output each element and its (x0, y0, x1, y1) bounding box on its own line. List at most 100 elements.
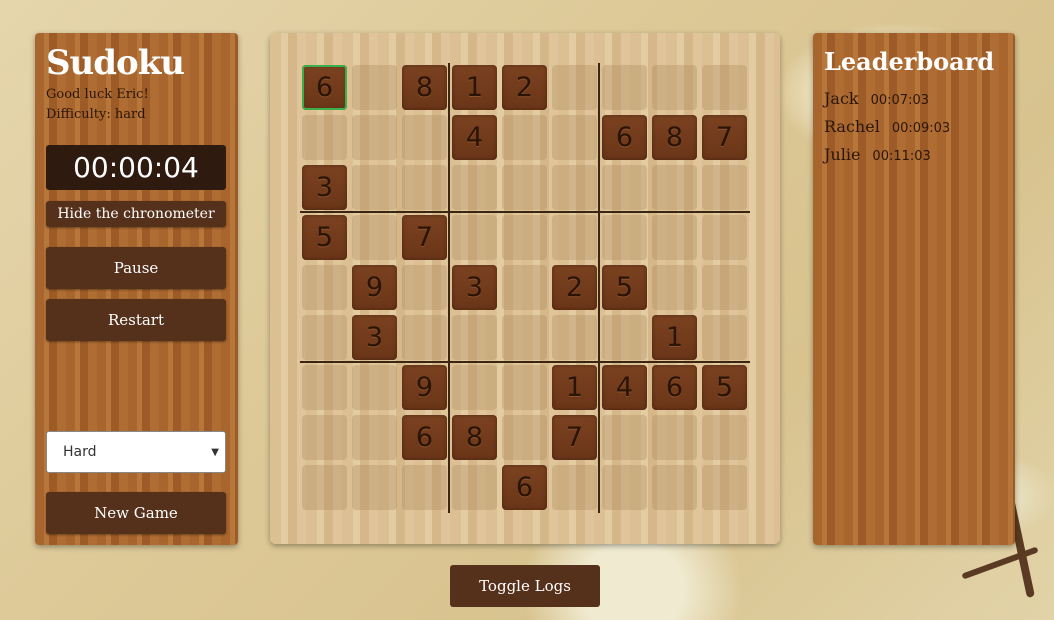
chronometer-display: 00:00:04 (46, 145, 226, 190)
sudoku-cell[interactable] (652, 215, 697, 260)
sudoku-cell[interactable]: 6 (402, 415, 447, 460)
sudoku-cell[interactable]: 9 (402, 365, 447, 410)
sudoku-cell[interactable]: 5 (702, 365, 747, 410)
sudoku-cell[interactable] (652, 165, 697, 210)
sudoku-cell[interactable] (502, 415, 547, 460)
sudoku-cell[interactable]: 6 (302, 65, 347, 110)
hide-chronometer-button[interactable]: Hide the chronometer (46, 201, 226, 227)
sudoku-cell[interactable] (502, 265, 547, 310)
difficulty-select[interactable]: Hard ▼ (46, 431, 226, 473)
difficulty-select-value: Hard (63, 444, 97, 460)
sudoku-cell[interactable] (352, 365, 397, 410)
block-divider-horizontal (300, 361, 750, 363)
sudoku-cell[interactable] (302, 115, 347, 160)
sudoku-cell[interactable] (702, 465, 747, 510)
sudoku-cell[interactable]: 1 (652, 315, 697, 360)
sudoku-cell[interactable] (352, 465, 397, 510)
sudoku-cell[interactable] (602, 65, 647, 110)
sudoku-cell[interactable] (652, 415, 697, 460)
sudoku-cell[interactable] (702, 315, 747, 360)
sudoku-cell[interactable]: 4 (602, 365, 647, 410)
sudoku-cell[interactable] (302, 415, 347, 460)
sudoku-cell[interactable]: 6 (502, 465, 547, 510)
difficulty-text: Difficulty: hard (46, 107, 146, 122)
sudoku-cell[interactable]: 5 (302, 215, 347, 260)
sudoku-cell[interactable]: 4 (452, 115, 497, 160)
sudoku-cell[interactable] (602, 465, 647, 510)
sudoku-cell[interactable] (452, 215, 497, 260)
sudoku-cell[interactable] (502, 165, 547, 210)
player-time: 00:09:03 (891, 121, 951, 136)
sudoku-cell[interactable]: 9 (352, 265, 397, 310)
restart-button[interactable]: Restart (46, 299, 226, 341)
sudoku-cell[interactable] (402, 115, 447, 160)
block-divider-vertical (448, 63, 450, 513)
sudoku-cell[interactable]: 6 (602, 115, 647, 160)
sudoku-cell[interactable]: 1 (452, 65, 497, 110)
sudoku-cell[interactable]: 5 (602, 265, 647, 310)
sudoku-cell[interactable] (352, 115, 397, 160)
sudoku-cell[interactable] (552, 315, 597, 360)
sudoku-cell[interactable] (652, 465, 697, 510)
sudoku-cell[interactable]: 3 (302, 165, 347, 210)
sudoku-cell[interactable] (302, 315, 347, 360)
sudoku-cell[interactable] (502, 365, 547, 410)
player-name: Julie (824, 145, 861, 164)
sudoku-cell[interactable] (602, 215, 647, 260)
player-time: 00:11:03 (872, 149, 931, 164)
sudoku-cell[interactable]: 7 (702, 115, 747, 160)
sudoku-cell[interactable] (352, 165, 397, 210)
sudoku-cell[interactable]: 1 (552, 365, 597, 410)
sudoku-cell[interactable] (352, 215, 397, 260)
sudoku-cell[interactable] (702, 415, 747, 460)
sudoku-cell[interactable]: 2 (552, 265, 597, 310)
block-divider-vertical (598, 63, 600, 513)
pause-button[interactable]: Pause (46, 247, 226, 289)
sudoku-cell[interactable] (402, 165, 447, 210)
toggle-logs-button[interactable]: Toggle Logs (450, 565, 600, 607)
sudoku-cell[interactable] (502, 315, 547, 360)
sudoku-cell[interactable] (402, 465, 447, 510)
sudoku-cell[interactable] (402, 265, 447, 310)
sudoku-cell[interactable]: 7 (552, 415, 597, 460)
sudoku-cell[interactable] (452, 465, 497, 510)
sudoku-cell[interactable] (402, 315, 447, 360)
sudoku-cell[interactable] (602, 415, 647, 460)
sudoku-cell[interactable]: 8 (402, 65, 447, 110)
sudoku-cell[interactable] (552, 465, 597, 510)
sudoku-cell[interactable] (452, 165, 497, 210)
sudoku-cell[interactable] (502, 215, 547, 260)
sudoku-board: 68124687357932531914656876 (270, 33, 780, 544)
sudoku-cell[interactable]: 8 (652, 115, 697, 160)
sudoku-cell[interactable] (552, 165, 597, 210)
sudoku-cell[interactable] (552, 215, 597, 260)
sudoku-cell[interactable]: 3 (352, 315, 397, 360)
leaderboard-title: Leaderboard (824, 47, 995, 76)
sudoku-cell[interactable]: 8 (452, 415, 497, 460)
chevron-down-icon: ▼ (211, 446, 219, 458)
sudoku-cell[interactable] (302, 465, 347, 510)
sudoku-cell[interactable] (602, 165, 647, 210)
sudoku-cell[interactable] (702, 165, 747, 210)
sudoku-cell[interactable] (652, 265, 697, 310)
sudoku-cell[interactable] (452, 365, 497, 410)
sudoku-cell[interactable] (702, 265, 747, 310)
sudoku-cell[interactable] (602, 315, 647, 360)
new-game-button[interactable]: New Game (46, 492, 226, 534)
sudoku-cell[interactable] (352, 415, 397, 460)
sudoku-cell[interactable] (302, 365, 347, 410)
sudoku-cell[interactable]: 7 (402, 215, 447, 260)
sudoku-cell[interactable]: 6 (652, 365, 697, 410)
sudoku-cell[interactable]: 3 (452, 265, 497, 310)
sudoku-cell[interactable] (702, 215, 747, 260)
sudoku-cell[interactable] (552, 115, 597, 160)
sudoku-cell[interactable] (652, 65, 697, 110)
sudoku-cell[interactable] (302, 265, 347, 310)
sudoku-cell[interactable] (352, 65, 397, 110)
sudoku-cell[interactable]: 2 (502, 65, 547, 110)
sudoku-cell[interactable] (702, 65, 747, 110)
sudoku-cell[interactable] (552, 65, 597, 110)
greeting-text: Good luck Eric! (46, 87, 149, 102)
sudoku-cell[interactable] (452, 315, 497, 360)
sudoku-cell[interactable] (502, 115, 547, 160)
